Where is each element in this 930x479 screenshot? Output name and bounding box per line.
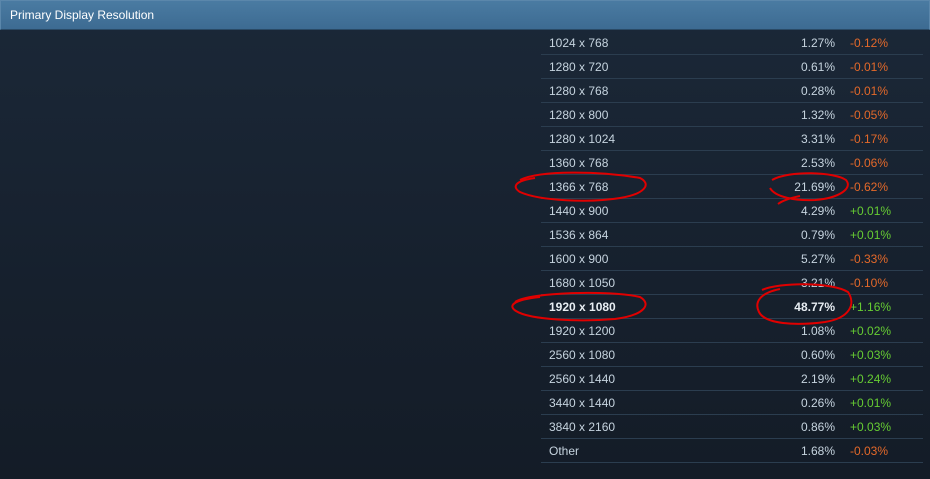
share-value: 0.60% <box>800 348 835 362</box>
share-value: 3.21% <box>800 276 835 290</box>
share-value: 1.27% <box>800 36 835 50</box>
table-row: 3840 x 2160 0.86% +0.03% <box>541 415 923 439</box>
share-value: 1.32% <box>800 108 835 122</box>
resolution-label: 1280 x 768 <box>549 84 609 98</box>
share-value: 0.79% <box>800 228 835 242</box>
share-value: 21.69% <box>794 180 835 194</box>
share-value: 0.86% <box>800 420 835 434</box>
change-value: -0.17% <box>850 132 889 146</box>
resolution-label: 1600 x 900 <box>549 252 609 266</box>
resolution-label: 2560 x 1440 <box>549 372 616 386</box>
share-value: 4.29% <box>800 204 835 218</box>
change-value: -0.05% <box>850 108 889 122</box>
change-value: -0.01% <box>850 84 889 98</box>
empty-chart-area <box>0 30 540 479</box>
resolution-label: 1280 x 720 <box>549 60 609 74</box>
resolution-label: 2560 x 1080 <box>549 348 616 362</box>
resolution-label: 1280 x 1024 <box>549 132 616 146</box>
change-value: -0.01% <box>850 60 889 74</box>
resolution-label: 1024 x 768 <box>549 36 609 50</box>
change-value: +0.01% <box>850 396 892 410</box>
resolution-label: 1536 x 864 <box>549 228 609 242</box>
share-value: 0.26% <box>800 396 835 410</box>
share-value: 0.61% <box>800 60 835 74</box>
change-value: +0.02% <box>850 324 892 338</box>
table-row: 1536 x 864 0.79% +0.01% <box>541 223 923 247</box>
table-row: 1280 x 720 0.61% -0.01% <box>541 55 923 79</box>
table-row: Other 1.68% -0.03% <box>541 439 923 463</box>
change-value: +0.03% <box>850 420 892 434</box>
table-row: 1280 x 768 0.28% -0.01% <box>541 79 923 103</box>
change-value: -0.33% <box>850 252 889 266</box>
table-row: 2560 x 1080 0.60% +0.03% <box>541 343 923 367</box>
resolution-label: 3440 x 1440 <box>549 396 616 410</box>
change-value: +0.03% <box>850 348 892 362</box>
table-row: 3440 x 1440 0.26% +0.01% <box>541 391 923 415</box>
share-value: 2.53% <box>800 156 835 170</box>
table-row: 1600 x 900 5.27% -0.33% <box>541 247 923 271</box>
share-value: 3.31% <box>800 132 835 146</box>
change-value: +1.16% <box>850 300 892 314</box>
share-value: 5.27% <box>800 252 835 266</box>
table-row: 1366 x 768 21.69% -0.62% <box>541 175 923 199</box>
resolution-label: 1440 x 900 <box>549 204 609 218</box>
section-title: Primary Display Resolution <box>10 8 155 22</box>
share-value: 0.28% <box>800 84 835 98</box>
table-row: 1920 x 1080 48.77% +1.16% <box>541 295 923 319</box>
table-row: 2560 x 1440 2.19% +0.24% <box>541 367 923 391</box>
table-row: 1920 x 1200 1.08% +0.02% <box>541 319 923 343</box>
table-row: 1360 x 768 2.53% -0.06% <box>541 151 923 175</box>
resolution-table: 1024 x 768 1.27% -0.12% 1280 x 720 0.61% -0.0… <box>541 31 923 463</box>
change-value: +0.01% <box>850 228 892 242</box>
share-value: 1.68% <box>800 444 835 458</box>
change-value: -0.06% <box>850 156 889 170</box>
table-row: 1280 x 1024 3.31% -0.17% <box>541 127 923 151</box>
change-value: -0.10% <box>850 276 889 290</box>
change-value: -0.03% <box>850 444 889 458</box>
resolution-label: 1280 x 800 <box>549 108 609 122</box>
section-header: Primary Display Resolution <box>0 0 930 30</box>
resolution-label: 1920 x 1200 <box>549 324 616 338</box>
table-row: 1024 x 768 1.27% -0.12% <box>541 31 923 55</box>
share-value: 2.19% <box>800 372 835 386</box>
resolution-label: 3840 x 2160 <box>549 420 616 434</box>
change-value: -0.62% <box>850 180 889 194</box>
table-row: 1280 x 800 1.32% -0.05% <box>541 103 923 127</box>
resolution-label: 1680 x 1050 <box>549 276 616 290</box>
change-value: +0.01% <box>850 204 892 218</box>
share-value: 1.08% <box>800 324 835 338</box>
resolution-label: Other <box>549 444 580 458</box>
share-value: 48.77% <box>794 300 835 314</box>
resolution-label: 1360 x 768 <box>549 156 609 170</box>
change-value: +0.24% <box>850 372 892 386</box>
table-row: 1680 x 1050 3.21% -0.10% <box>541 271 923 295</box>
resolution-label: 1920 x 1080 <box>549 300 616 314</box>
change-value: -0.12% <box>850 36 889 50</box>
resolution-label: 1366 x 768 <box>549 180 609 194</box>
table-row: 1440 x 900 4.29% +0.01% <box>541 199 923 223</box>
